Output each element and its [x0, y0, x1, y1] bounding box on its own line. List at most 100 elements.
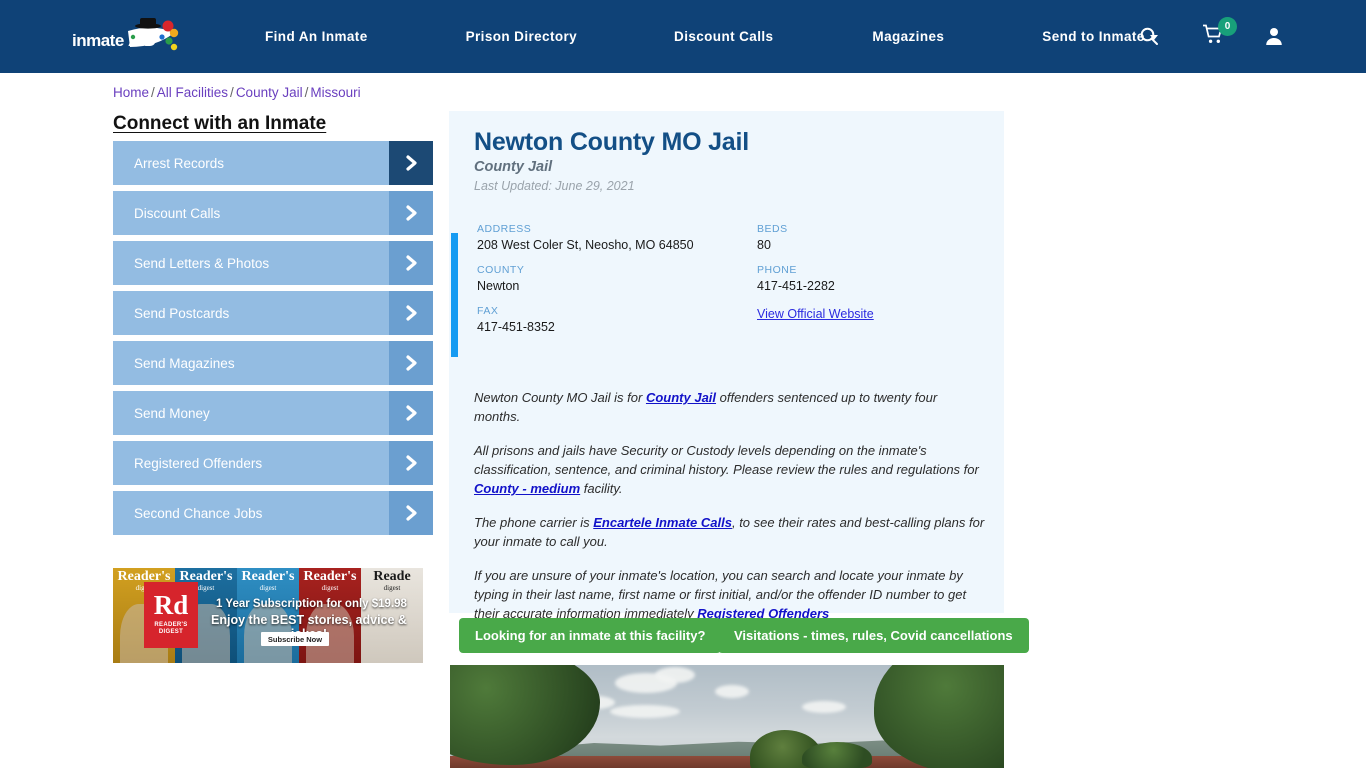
description-paragraph-1: Newton County MO Jail is for County Jail…: [474, 388, 986, 427]
top-navigation-bar: inmate AID Find An Inmate Prison Directo…: [0, 0, 1366, 73]
breadcrumb-item-county-jail[interactable]: County Jail: [236, 85, 303, 100]
user-account-icon[interactable]: [1264, 26, 1284, 51]
sidebar-item-label: Arrest Records: [134, 155, 225, 171]
chevron-right-icon: [389, 341, 433, 385]
ad-cover-title: Reader's: [303, 569, 357, 584]
field-label: PHONE: [757, 264, 797, 276]
ad-cover-sub: digest: [383, 584, 401, 592]
field-address: ADDRESS 208 West Coler St, Neosho, MO 64…: [477, 223, 694, 252]
desc-p2-text-a: All prisons and jails have Security or C…: [474, 442, 979, 478]
view-official-website-link[interactable]: View Official Website: [757, 307, 874, 321]
nav-magazines[interactable]: Magazines: [872, 29, 944, 44]
chevron-right-icon: [389, 441, 433, 485]
field-value: 417-451-2282: [757, 279, 835, 293]
breadcrumb-item-home[interactable]: Home: [113, 85, 149, 100]
ad-cover-sub: digest: [321, 584, 339, 592]
sidebar-item-label: Send Letters & Photos: [134, 255, 270, 271]
sidebar-item-registered-offenders[interactable]: Registered Offenders: [113, 441, 433, 485]
sidebar-item-label: Discount Calls: [134, 205, 221, 221]
readers-digest-ad[interactable]: Reader's digest Reader's digest Reader's…: [113, 568, 423, 663]
field-county: COUNTY Newton: [477, 264, 694, 293]
chevron-right-icon: [389, 191, 433, 235]
sidebar-item-send-postcards[interactable]: Send Postcards: [113, 291, 433, 335]
field-label: COUNTY: [477, 264, 525, 276]
search-icon[interactable]: [1139, 26, 1159, 51]
inmateaid-logo-icon: inmate AID: [72, 18, 179, 51]
photo-cloud: [655, 667, 695, 683]
facility-description: Newton County MO Jail is for County Jail…: [474, 388, 986, 638]
facility-last-updated: Last Updated: June 29, 2021: [474, 179, 635, 193]
sidebar-item-label: Registered Offenders: [134, 455, 263, 471]
chevron-right-icon: [389, 241, 433, 285]
description-paragraph-3: The phone carrier is Encartele Inmate Ca…: [474, 513, 986, 552]
sidebar-title: Connect with an Inmate: [113, 113, 327, 134]
description-paragraph-2: All prisons and jails have Security or C…: [474, 441, 986, 499]
field-beds: BEDS 80: [757, 223, 874, 252]
photo-cloud: [610, 705, 680, 718]
photo-shrub: [802, 742, 872, 768]
looking-for-inmate-button[interactable]: Looking for an inmate at this facility?: [459, 618, 722, 653]
field-label: BEDS: [757, 223, 788, 235]
visitations-button[interactable]: Visitations - times, rules, Covid cancel…: [718, 618, 1029, 653]
sidebar-item-send-letters-photos[interactable]: Send Letters & Photos: [113, 241, 433, 285]
sidebar-item-label: Send Magazines: [134, 355, 235, 371]
ad-cover-title: Reader's: [241, 569, 295, 584]
field-phone: PHONE 417-451-2282: [757, 264, 874, 293]
ad-brand-logo: Rd READER'S DIGEST: [144, 582, 198, 648]
field-value: 417-451-8352: [477, 320, 555, 334]
ad-cover-sub: digest: [259, 584, 277, 592]
sidebar-item-arrest-records[interactable]: Arrest Records: [113, 141, 433, 185]
nav-prison-directory[interactable]: Prison Directory: [466, 29, 577, 44]
sidebar-item-label: Second Chance Jobs: [134, 505, 263, 521]
nav-find-an-inmate[interactable]: Find An Inmate: [265, 29, 368, 44]
chevron-right-icon: [389, 141, 433, 185]
ad-cover-title: Reade: [373, 569, 411, 584]
breadcrumb-separator: /: [304, 85, 309, 100]
field-label: FAX: [477, 305, 499, 317]
inmateaid-logo[interactable]: inmate AID: [70, 14, 194, 60]
desc-p2-link-county-medium[interactable]: County - medium: [474, 481, 580, 496]
nav-links: Find An Inmate Prison Directory Discount…: [265, 0, 1158, 73]
facility-type: County Jail: [474, 159, 553, 175]
desc-p3-link-encartele[interactable]: Encartele Inmate Calls: [593, 515, 732, 530]
cart-icon[interactable]: 0: [1202, 17, 1237, 50]
breadcrumb-item-all-facilities[interactable]: All Facilities: [157, 85, 228, 100]
field-official-website: View Official Website: [757, 305, 874, 323]
photo-cloud: [802, 701, 846, 713]
sidebar-item-send-money[interactable]: Send Money: [113, 391, 433, 435]
sidebar-item-send-magazines[interactable]: Send Magazines: [113, 341, 433, 385]
field-value: 80: [757, 238, 771, 252]
sidebar-item-discount-calls[interactable]: Discount Calls: [113, 191, 433, 235]
sidebar-item-second-chance-jobs[interactable]: Second Chance Jobs: [113, 491, 433, 535]
facility-details-column-left: ADDRESS 208 West Coler St, Neosho, MO 64…: [477, 223, 694, 346]
field-label: ADDRESS: [477, 223, 532, 235]
field-fax: FAX 417-451-8352: [477, 305, 694, 334]
facility-details-block: ADDRESS 208 West Coler St, Neosho, MO 64…: [451, 223, 1004, 357]
nav-discount-calls[interactable]: Discount Calls: [674, 29, 773, 44]
page-title: Newton County MO Jail: [474, 128, 749, 156]
field-value: Newton: [477, 279, 520, 293]
chevron-right-icon: [389, 291, 433, 335]
facility-details-column-right: BEDS 80 PHONE 417-451-2282 View Official…: [757, 223, 874, 335]
chevron-right-icon: [389, 491, 433, 535]
breadcrumb-item-missouri[interactable]: Missouri: [310, 85, 360, 100]
ad-subscribe-button[interactable]: Subscribe Now: [261, 632, 329, 646]
desc-p1-link-county-jail[interactable]: County Jail: [646, 390, 716, 405]
breadcrumb-separator: /: [151, 85, 155, 100]
facility-street-view-photo[interactable]: [450, 665, 1004, 768]
desc-p1-text-a: Newton County MO Jail is for: [474, 390, 646, 405]
nav-send-to-inmate-label: Send to Inmate: [1042, 29, 1145, 44]
desc-p2-text-b: facility.: [580, 481, 623, 497]
svg-text:AID: AID: [128, 31, 156, 50]
desc-p3-text-a: The phone carrier is: [474, 514, 594, 530]
photo-cloud: [715, 685, 749, 698]
ad-headline: 1 Year Subscription for only $19.98: [216, 598, 407, 610]
sidebar-item-label: Send Money: [134, 405, 210, 421]
accent-bar: [451, 233, 458, 357]
sidebar-item-label: Send Postcards: [134, 305, 230, 321]
svg-text:inmate: inmate: [72, 31, 124, 50]
ad-brand-name: READER'S DIGEST: [154, 621, 188, 636]
breadcrumb: Home / All Facilities / County Jail / Missouri: [113, 85, 361, 100]
description-paragraph-4: If you are unsure of your inmate's locat…: [474, 566, 986, 624]
ad-brand-initials: Rd: [153, 590, 189, 621]
